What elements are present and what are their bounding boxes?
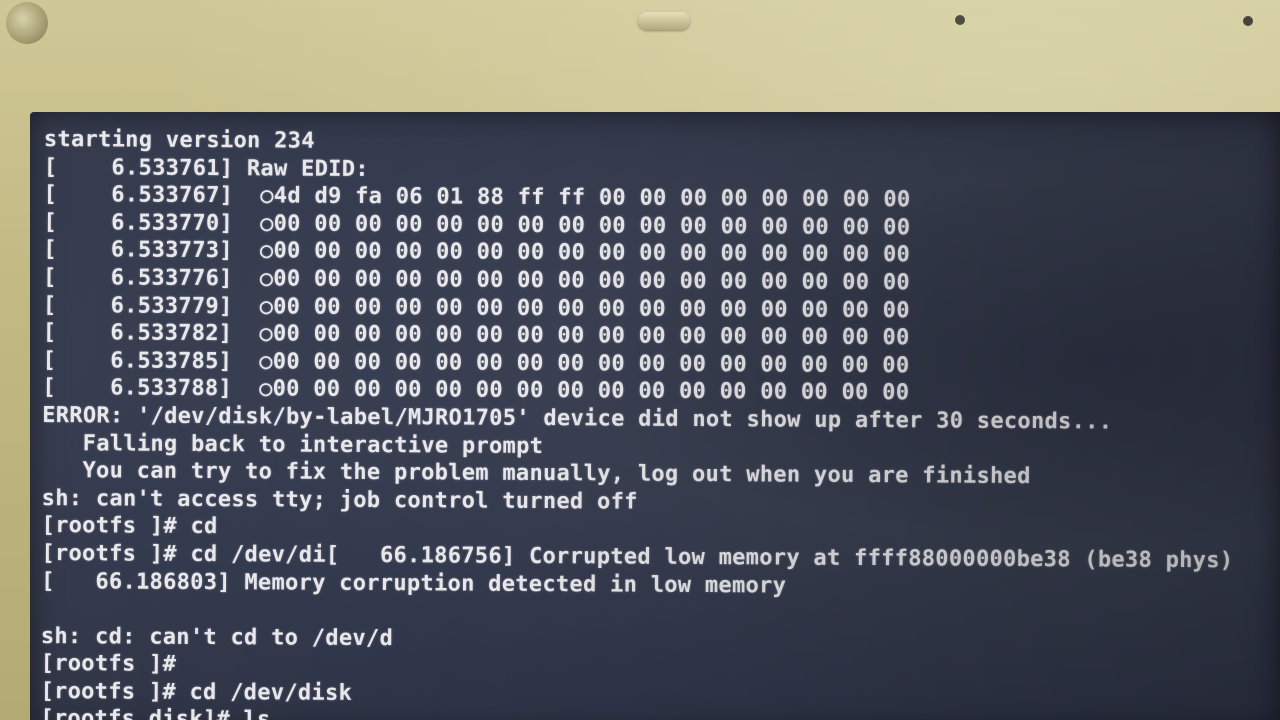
console-output: starting version 234[ 6.533761] Raw EDID… (40, 126, 1236, 720)
webcam-icon (6, 2, 48, 44)
lid-latch (638, 12, 690, 30)
laptop-photo: starting version 234[ 6.533761] Raw EDID… (0, 0, 1280, 720)
sensor-dot-icon (955, 15, 965, 25)
sensor-dot-icon (1243, 16, 1253, 26)
laptop-screen: starting version 234[ 6.533761] Raw EDID… (30, 112, 1280, 720)
